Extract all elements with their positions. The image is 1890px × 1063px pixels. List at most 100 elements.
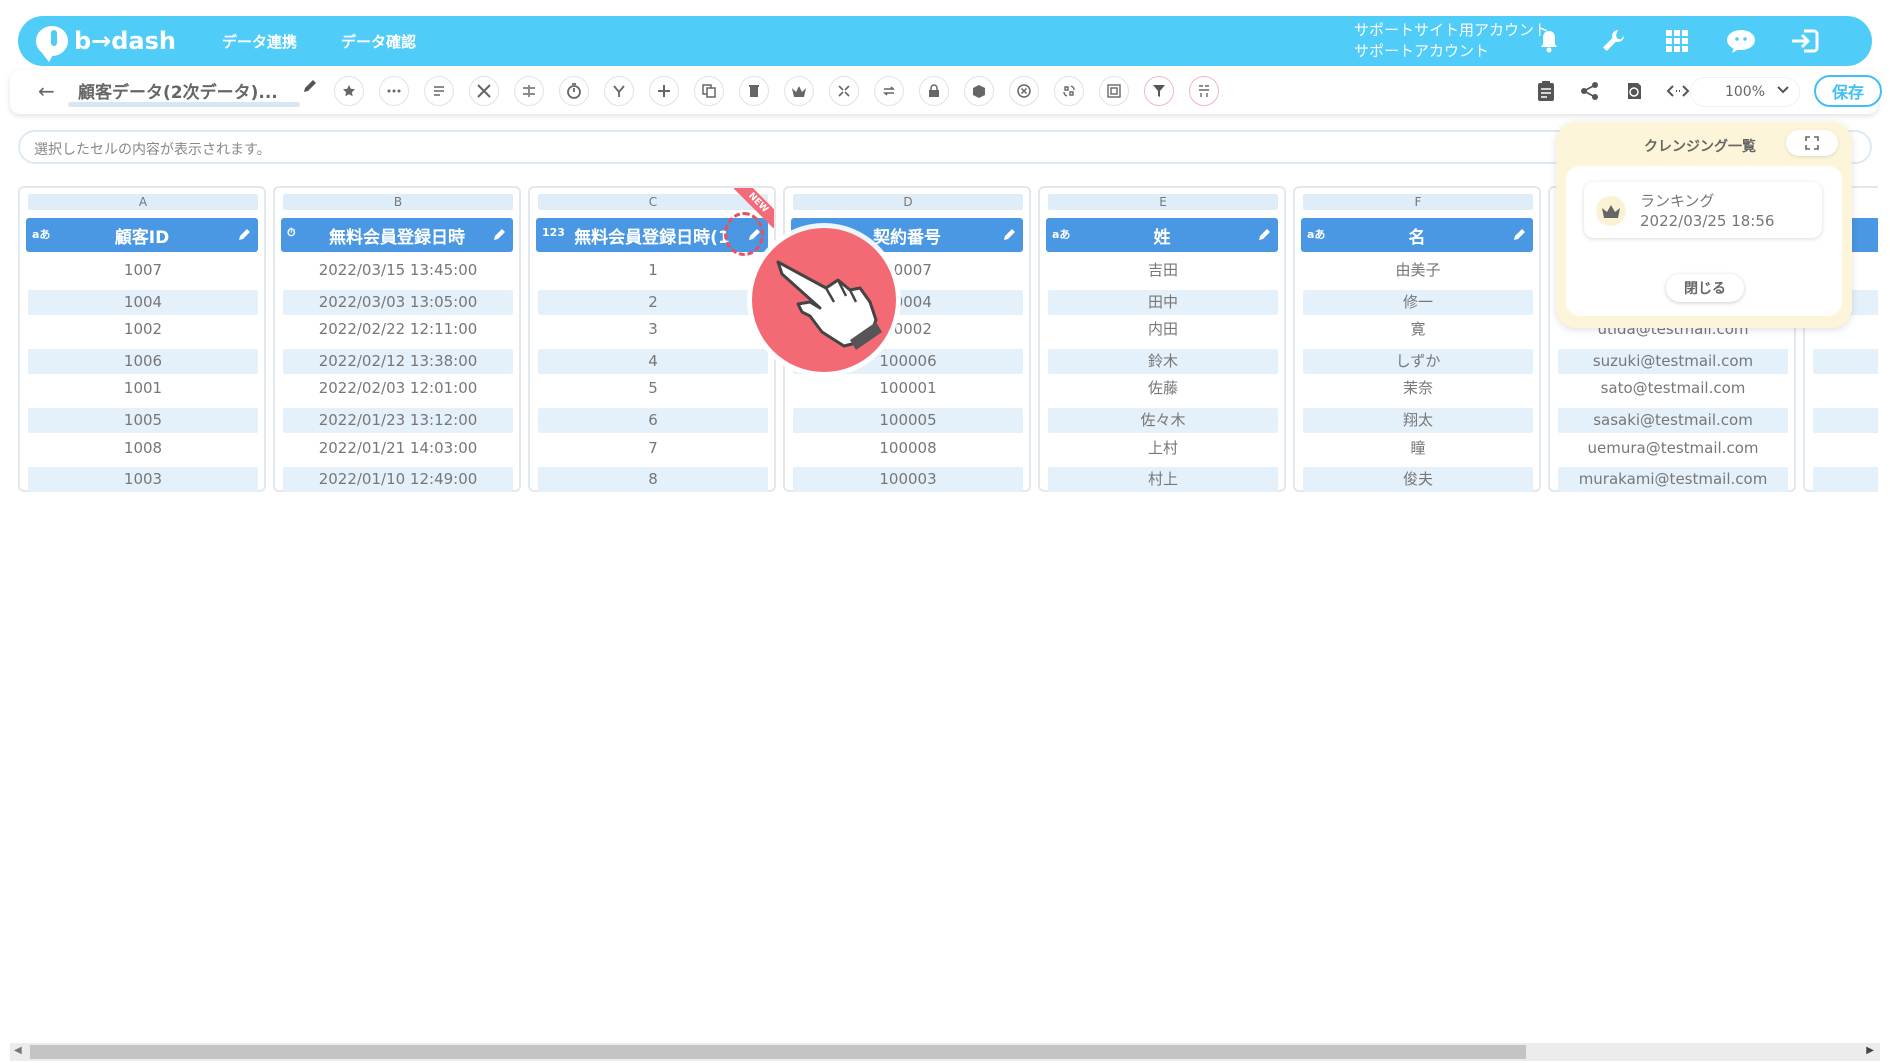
trash-icon[interactable]	[739, 76, 769, 106]
cancel-circle-icon[interactable]	[1009, 76, 1039, 106]
table-cell[interactable]	[1813, 408, 1878, 434]
table-cell[interactable]: 100008	[793, 436, 1023, 466]
box-icon[interactable]	[964, 76, 994, 106]
table-cell[interactable]: 1004	[28, 289, 258, 315]
share-icon[interactable]	[1576, 77, 1604, 105]
table-cell[interactable]: 茉奈	[1303, 376, 1533, 406]
scroll-right-icon[interactable]: ▶	[1866, 1045, 1874, 1056]
table-cell[interactable]: 5	[538, 376, 768, 406]
table-cell[interactable]: 由美子	[1303, 258, 1533, 288]
column-letter[interactable]: F	[1303, 194, 1533, 210]
column-letter[interactable]: B	[283, 194, 513, 210]
save-button[interactable]: 保存	[1814, 75, 1882, 107]
bdash-logo[interactable]: b→dash	[36, 26, 176, 62]
crown-ranking-icon[interactable]	[784, 76, 814, 106]
account-info[interactable]: サポートサイト用アカウント サポートアカウント	[1354, 20, 1549, 62]
table-cell[interactable]: 2022/01/10 12:49:00	[283, 467, 513, 493]
table-cell[interactable]	[1813, 467, 1878, 493]
document-title[interactable]: 顧客データ(2次データ)...	[78, 78, 296, 103]
dedupe-icon[interactable]	[1189, 76, 1219, 106]
repeat-icon[interactable]	[874, 76, 904, 106]
table-cell[interactable]: 吉田	[1048, 258, 1278, 288]
bell-icon[interactable]	[1532, 24, 1566, 58]
table-cell[interactable]: murakami@testmail.com	[1558, 467, 1788, 493]
nav-data-check[interactable]: データ確認	[341, 31, 416, 52]
scroll-left-icon[interactable]: ◀	[14, 1045, 22, 1056]
memo-icon[interactable]	[424, 76, 454, 106]
add-plus-icon[interactable]	[649, 76, 679, 106]
column-header[interactable]: ⏱ 無料会員登録日時	[281, 218, 513, 252]
horizontal-scrollbar[interactable]: ◀ ▶	[10, 1043, 1880, 1061]
zoom-select[interactable]: 100%	[1690, 77, 1800, 107]
table-cell[interactable]: 1	[538, 258, 768, 288]
timer-icon[interactable]	[559, 76, 589, 106]
table-cell[interactable]: 佐藤	[1048, 376, 1278, 406]
table-cell[interactable]: 1005	[28, 408, 258, 434]
lock-convert-icon[interactable]	[919, 76, 949, 106]
filter-icon[interactable]	[1144, 76, 1174, 106]
table-cell[interactable]: 瞳	[1303, 436, 1533, 466]
table-cell[interactable]: 佐々木	[1048, 408, 1278, 434]
back-arrow-icon[interactable]: ←	[38, 79, 55, 103]
column-letter[interactable]: D	[793, 194, 1023, 210]
edit-pencil-icon[interactable]	[238, 226, 252, 246]
table-cell[interactable]: しずか	[1303, 349, 1533, 375]
table-cell[interactable]: 1006	[28, 349, 258, 375]
close-button[interactable]: 閉じる	[1666, 274, 1744, 302]
table-cell[interactable]: 2022/01/23 13:12:00	[283, 408, 513, 434]
table-cell[interactable]: sasaki@testmail.com	[1558, 408, 1788, 434]
table-cell[interactable]: 1008	[28, 436, 258, 466]
edit-pencil-icon[interactable]	[1258, 226, 1272, 246]
cleansing-item-ranking[interactable]: ランキング 2022/03/25 18:56	[1584, 182, 1822, 238]
table-cell[interactable]: 100001	[793, 376, 1023, 406]
column-header[interactable]: aあ 顧客ID	[26, 218, 258, 252]
scroll-thumb[interactable]	[30, 1045, 1526, 1059]
column-letter[interactable]: A	[28, 194, 258, 210]
table-cell[interactable]: 田中	[1048, 289, 1278, 315]
favorite-star-icon[interactable]	[334, 76, 364, 106]
column-letter[interactable]: E	[1048, 194, 1278, 210]
table-cell[interactable]	[1813, 436, 1878, 466]
edit-pencil-icon[interactable]	[493, 226, 507, 246]
copy-icon[interactable]	[694, 76, 724, 106]
edit-pencil-icon[interactable]	[1003, 226, 1017, 246]
table-cell[interactable]: 2	[538, 289, 768, 315]
clipboard-icon[interactable]	[1532, 77, 1560, 105]
edit-title-pencil-icon[interactable]	[302, 78, 318, 98]
collapse-icon[interactable]	[829, 76, 859, 106]
table-cell[interactable]: suzuki@testmail.com	[1558, 349, 1788, 375]
table-cell[interactable]: 1001	[28, 376, 258, 406]
table-cell[interactable]	[1813, 349, 1878, 375]
table-cell[interactable]: 上村	[1048, 436, 1278, 466]
table-cell[interactable]: 4	[538, 349, 768, 375]
table-cell[interactable]: 1003	[28, 467, 258, 493]
replace-icon[interactable]	[1054, 76, 1084, 106]
help-chat-icon[interactable]	[1724, 24, 1758, 58]
table-cell[interactable]: 修一	[1303, 289, 1533, 315]
table-cell[interactable]: 6	[538, 408, 768, 434]
table-cell[interactable]: 鈴木	[1048, 349, 1278, 375]
logout-icon[interactable]	[1788, 24, 1822, 58]
table-cell[interactable]: 翔太	[1303, 408, 1533, 434]
table-cell[interactable]: sato@testmail.com	[1558, 376, 1788, 406]
more-dots-icon[interactable]	[379, 76, 409, 106]
table-cell[interactable]: 100005	[793, 408, 1023, 434]
grid-apps-icon[interactable]	[1660, 24, 1694, 58]
history-icon[interactable]	[1620, 77, 1648, 105]
table-cell[interactable]: 2022/03/03 13:05:00	[283, 289, 513, 315]
table-cell[interactable]: 俊夫	[1303, 467, 1533, 493]
table-cell[interactable]: 村上	[1048, 467, 1278, 493]
column-header[interactable]: aあ 姓	[1046, 218, 1278, 252]
table-cell[interactable]: 2022/02/12 13:38:00	[283, 349, 513, 375]
table-cell[interactable]: 1002	[28, 317, 258, 347]
cleansing-tools-icon[interactable]	[469, 76, 499, 106]
table-cell[interactable]: 2022/03/15 13:45:00	[283, 258, 513, 288]
nav-data-link[interactable]: データ連携	[222, 31, 297, 52]
table-cell[interactable]: 8	[538, 467, 768, 493]
table-cell[interactable]: 内田	[1048, 317, 1278, 347]
table-cell[interactable]: 7	[538, 436, 768, 466]
table-cell[interactable]: 100003	[793, 467, 1023, 493]
edit-pencil-icon[interactable]	[1513, 226, 1527, 246]
frame-icon[interactable]	[1099, 76, 1129, 106]
code-icon[interactable]	[1664, 77, 1692, 105]
